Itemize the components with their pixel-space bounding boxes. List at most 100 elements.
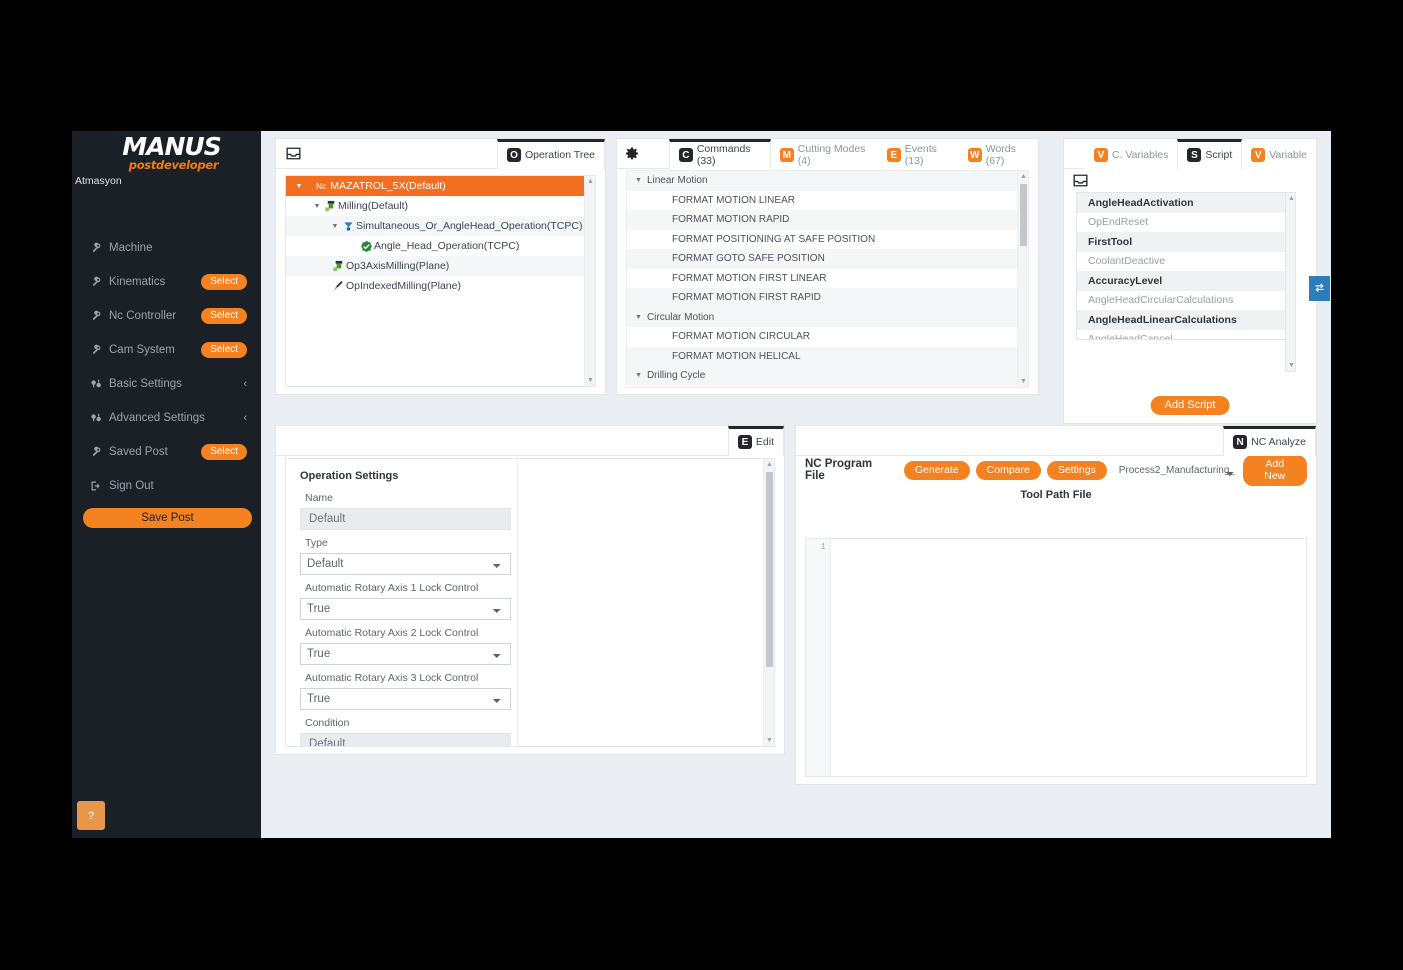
add-new-button[interactable]: Add New <box>1243 455 1308 486</box>
sidebar-item-kinematics[interactable]: Kinematics Select <box>72 265 261 299</box>
commands-scrollbar[interactable]: ▲ ▼ <box>1017 171 1028 387</box>
field-label-type: Type <box>305 537 774 549</box>
inbox-icon[interactable] <box>276 147 310 160</box>
type-select[interactable]: Default <box>300 553 511 575</box>
tab-label: Variable <box>1269 149 1307 161</box>
brand-logo: MANUS postdeveloper <box>72 131 261 171</box>
script-list-item[interactable]: OpEndReset <box>1077 213 1291 233</box>
command-item[interactable]: FORMAT MOTION RAPID <box>627 210 1028 230</box>
script-list-item[interactable]: FirstTool <box>1077 232 1291 252</box>
scroll-down-icon[interactable]: ▼ <box>764 735 775 746</box>
save-post-button[interactable]: Save Post <box>83 508 252 528</box>
sidebar-item-cam-system[interactable]: Cam System Select <box>72 333 261 367</box>
compare-button[interactable]: Compare <box>976 461 1041 480</box>
nc-controller-select-button[interactable]: Select <box>201 308 247 324</box>
script-list-item[interactable]: AccuracyLevel <box>1077 271 1291 291</box>
tab-c-variables[interactable]: V C. Variables <box>1085 139 1177 169</box>
tree-node-op3axis[interactable]: Op3AxisMilling(Plane) <box>286 256 595 276</box>
rotary-axis-2-lock-select[interactable]: True <box>300 643 511 665</box>
process-select[interactable]: Process2_Manufacturing_ <box>1119 465 1237 476</box>
help-button[interactable]: ? <box>77 801 105 830</box>
settings-button[interactable]: Settings <box>1047 461 1107 480</box>
expand-arrow-icon[interactable]: ▼ <box>294 183 304 190</box>
expand-arrow-icon[interactable]: ▼ <box>330 223 340 230</box>
command-item[interactable]: FORMAT MOTION CIRCULAR <box>627 327 1028 347</box>
scrollbar-thumb[interactable] <box>1020 184 1027 246</box>
scroll-up-icon[interactable]: ▲ <box>1286 193 1297 204</box>
tab-variable[interactable]: V Variable <box>1242 139 1316 169</box>
tree-node-milling[interactable]: ▼ Milling(Default) <box>286 196 595 216</box>
script-name: AccuracyLevel <box>1088 275 1162 287</box>
tree-node-mazatrol[interactable]: ▼ Nc MAZATROL_5X(Default) <box>286 176 595 196</box>
indexed-mill-icon <box>330 280 346 293</box>
generate-button[interactable]: Generate <box>904 461 970 480</box>
commands-list[interactable]: ▼Linear Motion FORMAT MOTION LINEAR FORM… <box>626 170 1029 388</box>
scroll-down-icon[interactable]: ▼ <box>1018 376 1029 387</box>
command-group[interactable]: ▼Circular Motion <box>627 308 1028 328</box>
sidebar-item-nc-controller[interactable]: Nc Controller Select <box>72 299 261 333</box>
command-group[interactable]: ▼Linear Motion <box>627 171 1028 191</box>
condition-field[interactable] <box>300 733 511 747</box>
sidebar-item-machine[interactable]: Machine <box>72 231 261 265</box>
sidebar-item-sign-out[interactable]: Sign Out <box>72 469 261 503</box>
command-item[interactable]: FORMAT MOTION LINEAR <box>627 191 1028 211</box>
tab-words[interactable]: W Words (67) <box>959 139 1038 169</box>
expand-arrow-icon[interactable]: ▼ <box>312 203 322 210</box>
script-list-item[interactable]: AngleHeadActivation <box>1077 193 1291 213</box>
settings-scrollbar[interactable]: ▲ ▼ <box>763 459 774 746</box>
tab-operation-tree[interactable]: O Operation Tree <box>497 139 605 169</box>
gear-icon[interactable] <box>617 147 647 161</box>
sidebar-item-saved-post[interactable]: Saved Post Select <box>72 435 261 469</box>
tab-nc-analyze[interactable]: N NC Analyze <box>1223 426 1316 456</box>
tab-cutting-modes[interactable]: M Cutting Modes (4) <box>771 139 878 169</box>
script-scrollbar[interactable]: ▲ ▼ <box>1285 192 1296 372</box>
scroll-up-icon[interactable]: ▲ <box>585 176 596 187</box>
sidebar-item-basic-settings[interactable]: Basic Settings ‹ <box>72 367 261 401</box>
nc-code-editor[interactable]: 1 <box>805 538 1307 777</box>
sidebar-item-label: Basic Settings <box>106 378 243 390</box>
expand-arrow-icon[interactable]: ▼ <box>635 314 642 321</box>
inbox-icon[interactable] <box>1073 174 1088 187</box>
tab-commands[interactable]: C Commands (33) <box>669 139 771 169</box>
nc-analyze-badge-icon: N <box>1233 435 1247 449</box>
add-script-button[interactable]: Add Script <box>1151 396 1230 415</box>
scroll-down-icon[interactable]: ▼ <box>585 375 596 386</box>
tree-scrollbar[interactable]: ▲ ▼ <box>584 176 595 386</box>
cam-system-select-button[interactable]: Select <box>201 342 247 358</box>
command-group[interactable]: ▼Drilling Cycle <box>627 366 1028 386</box>
kinematics-select-button[interactable]: Select <box>201 274 247 290</box>
command-item[interactable]: FORMAT GOTO SAFE POSITION <box>627 249 1028 269</box>
tree-node-opindexed[interactable]: OpIndexedMilling(Plane) <box>286 276 595 296</box>
tree-node-simultaneous[interactable]: ▼ Simultaneous_Or_AngleHead_Operation(TC… <box>286 216 595 236</box>
expand-arrow-icon[interactable]: ▼ <box>635 372 642 379</box>
words-badge-icon: W <box>968 148 982 162</box>
command-item[interactable]: FORMAT MOTION FIRST LINEAR <box>627 269 1028 289</box>
code-area[interactable] <box>831 539 1306 776</box>
command-item[interactable]: FORMAT MOTION FIRST RAPID <box>627 288 1028 308</box>
script-list-item[interactable]: AngleHeadLinearCalculations <box>1077 310 1291 330</box>
scrollbar-thumb[interactable] <box>766 472 773 667</box>
swap-panels-button[interactable] <box>1309 276 1330 301</box>
sidebar-item-advanced-settings[interactable]: Advanced Settings ‹ <box>72 401 261 435</box>
scroll-up-icon[interactable]: ▲ <box>1018 171 1029 182</box>
expand-arrow-icon[interactable]: ▼ <box>635 177 642 184</box>
rotary-axis-3-lock-select[interactable]: True <box>300 688 511 710</box>
script-list-item[interactable]: CoolantDeactive <box>1077 252 1291 272</box>
tab-label: Cutting Modes (4) <box>798 143 869 167</box>
script-list[interactable]: AngleHeadActivation OpEndReset FirstTool… <box>1076 192 1292 340</box>
command-item[interactable]: FORMAT MOTION HELICAL <box>627 347 1028 367</box>
script-list-item[interactable]: AngleHeadCancel <box>1077 330 1291 341</box>
scroll-down-icon[interactable]: ▼ <box>1286 360 1297 371</box>
tree-node-angle-head-op[interactable]: Angle_Head_Operation(TCPC) <box>286 236 595 256</box>
operation-tree-list[interactable]: ▼ Nc MAZATROL_5X(Default) ▼ Milling(Defa… <box>285 175 596 387</box>
tab-edit[interactable]: E Edit <box>728 426 784 456</box>
script-list-item[interactable]: AngleHeadCircularCalculations <box>1077 291 1291 311</box>
tab-events[interactable]: E Events (13) <box>878 139 959 169</box>
scroll-up-icon[interactable]: ▲ <box>764 459 775 470</box>
tab-script[interactable]: S Script <box>1177 139 1242 169</box>
command-item[interactable]: FORMAT POSITIONING AT SAFE POSITION <box>627 230 1028 250</box>
saved-post-select-button[interactable]: Select <box>201 444 247 460</box>
name-field[interactable] <box>300 508 511 530</box>
operation-settings-panel: E Edit Operation Settings Name Type Defa… <box>275 425 785 755</box>
rotary-axis-1-lock-select[interactable]: True <box>300 598 511 620</box>
